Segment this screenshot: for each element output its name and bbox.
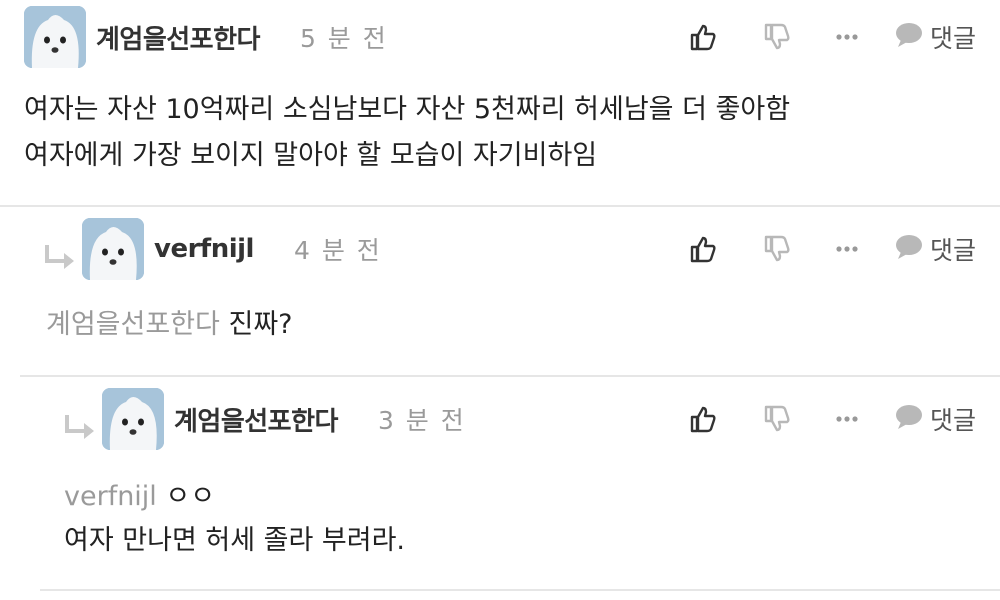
thumbs-up-icon[interactable]: [688, 405, 718, 433]
reply-label: 댓글: [929, 24, 976, 53]
comment-2: verfnijl 4 분 전 댓글 계엄을선포한다 진짜?: [0, 207, 1000, 375]
reply-button[interactable]: 댓글: [894, 19, 976, 55]
speech-bubble-icon: [894, 404, 924, 434]
speech-bubble-icon: [894, 234, 924, 264]
thumbs-down-icon[interactable]: [762, 23, 792, 51]
speech-bubble-icon: [894, 22, 924, 52]
timestamp: 5 분 전: [299, 24, 388, 53]
more-dots-icon[interactable]: [832, 245, 862, 253]
comment-1: 계엄을선포한다 5 분 전 댓글 여자는 자산 10억짜리 소심남보다 자산 5…: [0, 0, 1000, 205]
comment-text: 진짜?: [228, 309, 293, 340]
comment-body: verfnijl ㅇㅇ 여자 만나면 허세 졸라 부려라.: [64, 477, 405, 561]
comment-header: 계엄을선포한다 3 분 전: [102, 384, 466, 454]
comment-body: 계엄을선포한다 진짜?: [46, 305, 293, 345]
author-name[interactable]: 계엄을선포한다: [96, 19, 260, 56]
comment-3: 계엄을선포한다 3 분 전 댓글 verfnijl ㅇㅇ 여자 만나면 허세 졸…: [0, 377, 1000, 589]
timestamp: 4 분 전: [293, 236, 382, 265]
more-dots-icon[interactable]: [832, 33, 862, 41]
author-name[interactable]: 계엄을선포한다: [174, 401, 338, 438]
divider: [40, 589, 1000, 591]
reply-arrow-icon: [62, 413, 98, 443]
timestamp: 3 분 전: [377, 406, 466, 435]
mention[interactable]: 계엄을선포한다: [46, 309, 220, 340]
reply-button[interactable]: 댓글: [894, 231, 976, 267]
reply-label: 댓글: [929, 406, 976, 435]
avatar[interactable]: [24, 6, 86, 68]
comment-text: ㅇㅇ: [165, 481, 216, 512]
avatar[interactable]: [102, 388, 164, 450]
reply-label: 댓글: [929, 236, 976, 265]
reply-button[interactable]: 댓글: [894, 401, 976, 437]
thumbs-up-icon[interactable]: [688, 235, 718, 263]
comment-line: verfnijl ㅇㅇ: [64, 477, 405, 517]
comment-header: verfnijl 4 분 전: [82, 214, 382, 284]
avatar[interactable]: [82, 218, 144, 280]
author-name[interactable]: verfnijl: [154, 234, 254, 264]
more-dots-icon[interactable]: [832, 415, 862, 423]
comment-line: 여자는 자산 10억짜리 소심남보다 자산 5천짜리 허세남을 더 좋아함: [24, 94, 791, 125]
comment-line: 여자 만나면 허세 졸라 부려라.: [64, 525, 405, 556]
comment-header: 계엄을선포한다 5 분 전: [24, 2, 388, 72]
comment-body: 여자는 자산 10억짜리 소심남보다 자산 5천짜리 허세남을 더 좋아함 여자…: [24, 90, 790, 176]
comment-line: 여자에게 가장 보이지 말아야 할 모습이 자기비하임: [24, 140, 598, 171]
comment-actions: 댓글: [688, 2, 976, 72]
comment-actions: 댓글: [688, 214, 976, 284]
mention[interactable]: verfnijl: [64, 481, 157, 512]
reply-arrow-icon: [42, 243, 78, 273]
comment-actions: 댓글: [688, 384, 976, 454]
thumbs-down-icon[interactable]: [762, 405, 792, 433]
thumbs-down-icon[interactable]: [762, 235, 792, 263]
thumbs-up-icon[interactable]: [688, 23, 718, 51]
